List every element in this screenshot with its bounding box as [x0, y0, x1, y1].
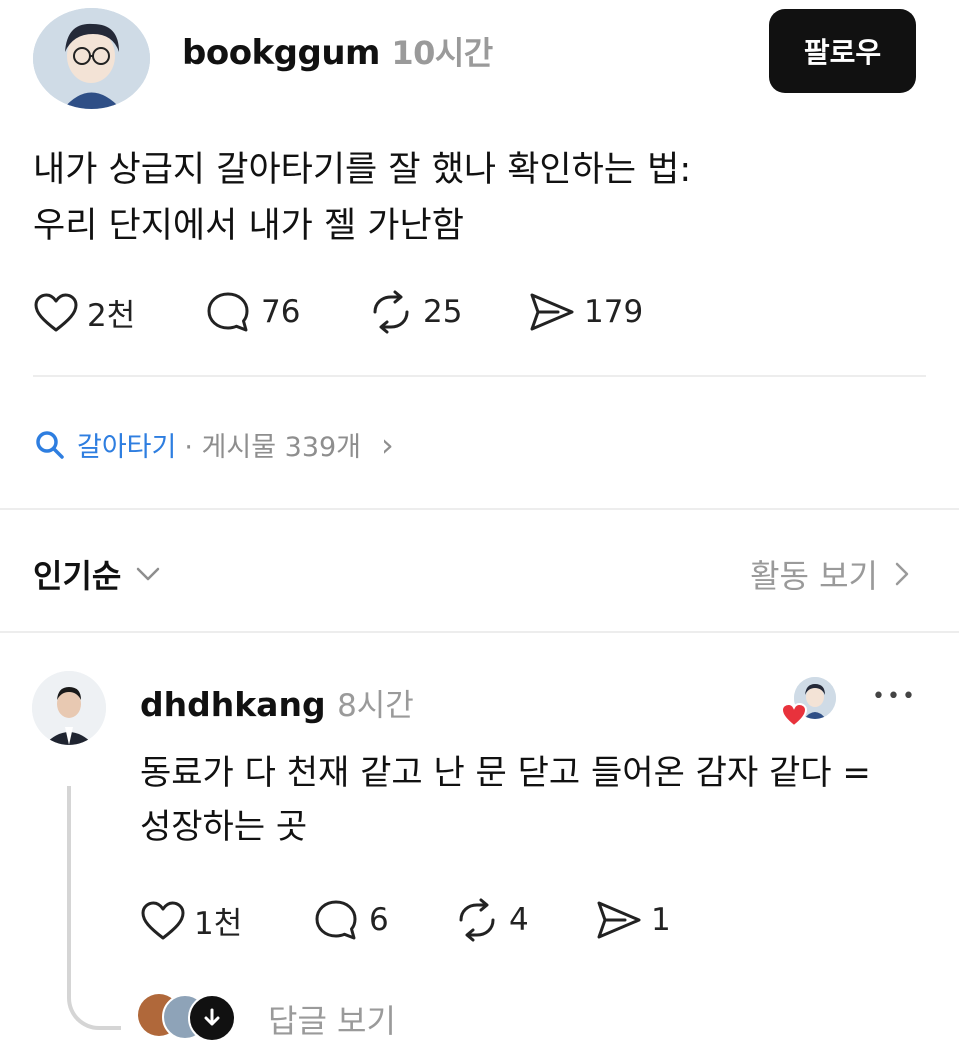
- sort-label: 인기순: [33, 557, 122, 595]
- comment-like-count: 1천: [194, 906, 243, 942]
- topic-name[interactable]: 갈아타기: [77, 425, 176, 464]
- commenter-username[interactable]: dhdhkang 8시간: [140, 680, 414, 725]
- follow-button[interactable]: 팔로우: [769, 9, 916, 93]
- comment-like-button[interactable]: 1천: [140, 898, 242, 943]
- comment-button[interactable]: 76: [205, 290, 300, 334]
- topic-tag[interactable]: 갈아타기 · 게시물 339개 ›: [33, 425, 394, 464]
- heart-icon: [34, 293, 78, 331]
- like-count: 2천: [87, 298, 136, 334]
- repost-count: 25: [423, 294, 463, 330]
- reply-avatars[interactable]: [138, 994, 248, 1042]
- commenter-avatar[interactable]: [32, 671, 106, 745]
- arrow-down-icon: [188, 994, 236, 1042]
- view-activity-link[interactable]: 활동 보기: [750, 551, 914, 597]
- comment-share-button[interactable]: 1: [595, 898, 671, 942]
- author-avatar-illustration: [33, 8, 150, 109]
- heart-badge-icon: [780, 702, 808, 728]
- repost-button[interactable]: 25: [367, 290, 462, 334]
- author-avatar[interactable]: [33, 8, 150, 109]
- topic-post-count: · 게시물 339개: [184, 432, 362, 463]
- comment-share-count: 1: [651, 902, 671, 938]
- view-activity-label: 활동 보기: [750, 557, 878, 595]
- chevron-down-icon: [137, 567, 160, 581]
- heart-icon: [141, 901, 185, 939]
- comment-text-line-2: 성장하는 곳: [140, 807, 308, 847]
- comment-repost-button[interactable]: 4: [453, 898, 529, 942]
- commenter-avatar-photo: [32, 671, 106, 745]
- comment-text: 동료가 다 천재 같고 난 문 닫고 들어온 감자 같다 = 성장하는 곳: [140, 746, 871, 854]
- comment-bubble-icon: [315, 900, 357, 940]
- view-replies-link[interactable]: 답글 보기: [268, 996, 396, 1042]
- section-divider: [0, 508, 959, 510]
- comment-reply-button[interactable]: 6: [313, 898, 389, 942]
- post-text-line-1: 내가 상급지 갈아타기를 잘 했나 확인하는 법:: [33, 150, 692, 190]
- chevron-right-icon: [895, 562, 909, 586]
- post-time: 10시간: [391, 34, 493, 72]
- author-username[interactable]: bookggum 10시간: [182, 28, 493, 74]
- commenter-username-text[interactable]: dhdhkang: [140, 685, 326, 724]
- repost-icon: [373, 290, 409, 334]
- section-divider: [0, 631, 959, 633]
- author-username-text[interactable]: bookggum: [182, 33, 380, 73]
- more-options-icon[interactable]: •••: [872, 684, 917, 709]
- send-icon: [597, 901, 641, 939]
- repost-icon: [459, 898, 495, 942]
- like-button[interactable]: 2천: [33, 290, 135, 335]
- comment-text-line-1: 동료가 다 천재 같고 난 문 닫고 들어온 감자 같다 =: [140, 753, 871, 793]
- share-button[interactable]: 179: [528, 290, 643, 334]
- comment-time: 8시간: [337, 688, 414, 724]
- share-count: 179: [584, 294, 644, 330]
- post-text: 내가 상급지 갈아타기를 잘 했나 확인하는 법: 우리 단지에서 내가 젤 가난…: [33, 142, 691, 254]
- sort-dropdown[interactable]: 인기순: [33, 551, 163, 597]
- search-icon: [36, 430, 64, 459]
- send-icon: [530, 293, 574, 331]
- comment-count: 76: [261, 294, 301, 330]
- post-text-line-2: 우리 단지에서 내가 젤 가난함: [33, 206, 464, 246]
- comment-bubble-icon: [207, 292, 249, 332]
- chevron-right-icon: ›: [381, 425, 394, 464]
- comment-reply-count: 6: [369, 902, 389, 938]
- thread-line: [67, 786, 121, 1030]
- divider: [33, 375, 926, 377]
- comment-repost-count: 4: [509, 902, 529, 938]
